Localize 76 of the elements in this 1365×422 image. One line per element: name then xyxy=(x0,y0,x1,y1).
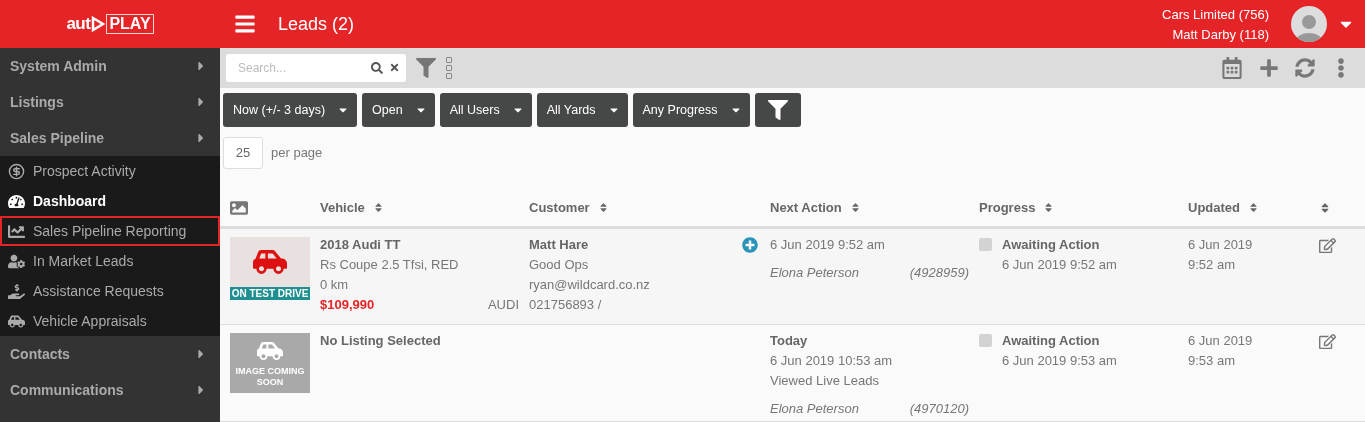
sidebar-item-icon xyxy=(8,282,25,300)
sidebar-item-icon xyxy=(8,222,25,240)
filter-dropdown[interactable]: Now (+/- 3 days) xyxy=(223,92,358,127)
column-header[interactable]: Next Action xyxy=(770,200,861,216)
sidebar-item[interactable]: In Market Leads xyxy=(0,246,220,276)
lead-reference: (4928959) xyxy=(909,264,969,281)
agent-name: Elona Peterson xyxy=(770,264,859,281)
sidebar-item[interactable]: Dashboard xyxy=(0,186,220,216)
next-action-heading: Today xyxy=(770,333,809,349)
add-filter-icon[interactable] xyxy=(416,57,436,78)
user-name: Matt Darby (118) xyxy=(1172,26,1269,42)
sidebar-item-icon xyxy=(8,192,25,210)
sort-icon xyxy=(1248,202,1259,214)
sidebar-item[interactable]: Vehicle Appraisals xyxy=(0,306,220,336)
vehicle-detail: Rs Coupe 2.5 Tfsi, RED xyxy=(320,256,460,273)
filter-dropdown[interactable]: Any Progress xyxy=(632,92,750,127)
customer-name: Matt Hare xyxy=(529,236,590,253)
per-page-label: per page xyxy=(271,145,323,161)
menu-icon[interactable] xyxy=(234,13,256,35)
progress-checkbox[interactable] xyxy=(979,334,992,347)
next-action-detail: Viewed Live Leads xyxy=(770,373,880,389)
close-icon[interactable] xyxy=(389,62,400,74)
filter-dropdown[interactable]: All Users xyxy=(439,92,532,127)
image-icon xyxy=(230,198,248,217)
progress-status: Awaiting Action xyxy=(1002,333,1101,349)
search-icon[interactable] xyxy=(371,61,383,74)
next-action-detail: 6 Jun 2019 9:52 am xyxy=(770,236,886,253)
vehicle-make: AUDI xyxy=(487,296,519,313)
customer-detail: ryan@wildcard.co.nz xyxy=(529,276,650,293)
clear-filter-button[interactable] xyxy=(754,92,801,127)
customer-detail: 021756893 / xyxy=(529,296,603,313)
sidebar-item-icon xyxy=(8,252,25,270)
add-icon[interactable] xyxy=(742,236,758,253)
calendar-icon[interactable] xyxy=(1221,56,1243,79)
progress-date: 6 Jun 2019 9:52 am xyxy=(1002,256,1117,273)
logo-text: aut xyxy=(66,14,91,34)
sidebar-item[interactable]: Sales Pipeline Reporting xyxy=(0,216,220,246)
next-action-detail: 6 Jun 2019 10:53 am xyxy=(770,353,894,369)
updated-time: 6 Jun 2019 xyxy=(1188,333,1254,349)
sidebar-item[interactable]: Assistance Requests xyxy=(0,276,220,306)
updated-time: 9:53 am xyxy=(1188,353,1236,369)
filter-dropdown[interactable]: All Yards xyxy=(536,92,628,127)
lead-reference: (4970120) xyxy=(909,401,969,417)
play-icon xyxy=(91,16,106,32)
progress-date: 6 Jun 2019 9:53 am xyxy=(1002,353,1117,369)
column-header[interactable]: Progress xyxy=(979,200,1055,216)
filter-icon xyxy=(767,99,788,120)
column-header[interactable]: Updated xyxy=(1188,200,1259,216)
updated-time: 6 Jun 2019 xyxy=(1188,236,1254,253)
search-field[interactable]: Search... xyxy=(226,53,406,82)
vehicle-title: No Listing Selected xyxy=(320,333,442,349)
sort-icon xyxy=(597,202,609,214)
sort-icon xyxy=(849,202,861,214)
progress-status: Awaiting Action xyxy=(1002,236,1101,253)
sort-icon xyxy=(372,202,384,214)
vehicle-price: $109,990 xyxy=(320,296,375,313)
column-header[interactable]: Vehicle xyxy=(320,200,384,216)
column-header[interactable]: Customer xyxy=(529,200,609,216)
updated-time: 9:52 am xyxy=(1188,256,1236,273)
page-title: Leads (2) xyxy=(278,13,355,35)
customer-detail: Good Ops xyxy=(529,256,590,273)
per-page-field[interactable]: 25 xyxy=(223,136,263,169)
refresh-icon[interactable] xyxy=(1295,57,1315,78)
agent-name: Elona Peterson xyxy=(770,401,859,417)
progress-checkbox[interactable] xyxy=(979,237,992,251)
filter-dropdown[interactable]: Open xyxy=(362,92,435,127)
sort-icon xyxy=(1043,202,1055,214)
account-name: Cars Limited (756) xyxy=(1162,6,1269,22)
logo-text: PLAY xyxy=(106,14,154,34)
vehicle-title: 2018 Audi TT xyxy=(320,236,402,253)
add-icon[interactable] xyxy=(1259,57,1279,78)
sidebar-item-icon xyxy=(8,162,25,180)
placeholder-text: IMAGE COMING SOON xyxy=(235,366,305,388)
sidebar-item[interactable]: Prospect Activity xyxy=(0,156,220,186)
vehicle-detail: 0 km xyxy=(320,276,350,293)
avatar[interactable] xyxy=(1291,6,1327,42)
